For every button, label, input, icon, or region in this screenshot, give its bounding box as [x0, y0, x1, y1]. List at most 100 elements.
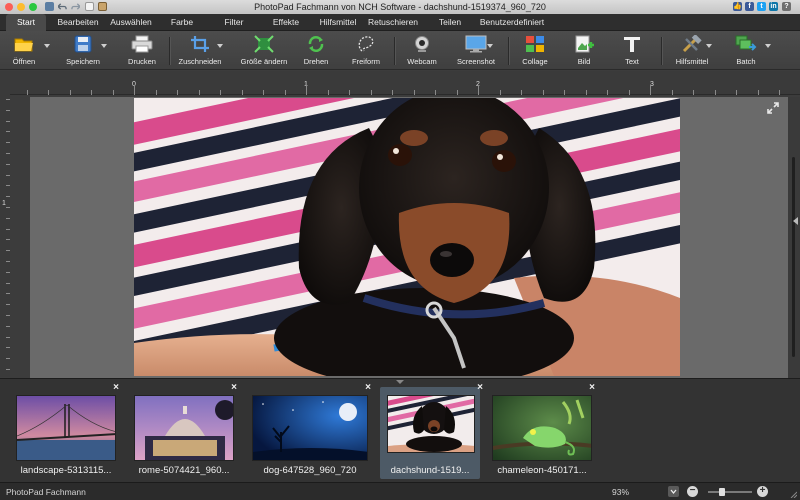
print-button[interactable]: Drucken — [120, 33, 164, 68]
collage-button[interactable]: Collage — [516, 33, 554, 68]
thumbnail-item[interactable]: × rome-5074421_960... — [134, 383, 237, 479]
tab-teilen[interactable]: Teilen — [430, 14, 470, 31]
open-button[interactable]: Öffnen — [4, 33, 44, 68]
crop-button[interactable]: Zuschneiden — [174, 33, 226, 68]
ruler-tick — [370, 90, 372, 95]
ruler-tick — [671, 90, 673, 95]
fullscreen-icon[interactable] — [766, 101, 780, 115]
ruler-tick — [6, 196, 10, 198]
thumbnail-item-selected[interactable]: × dachshund-1519... — [380, 383, 483, 479]
ruler-tick — [6, 120, 10, 122]
status-text: PhotoPad Fachmann — [6, 487, 86, 497]
ruler-tick — [6, 174, 10, 176]
ruler-tick — [6, 185, 10, 187]
facebook-icon[interactable]: f — [745, 2, 754, 11]
ruler-tick — [413, 90, 415, 95]
image-canvas[interactable] — [30, 97, 788, 378]
resize-button[interactable]: Größe ändern — [236, 33, 292, 68]
rome-thumbnail-image — [134, 395, 234, 461]
tab-effekte[interactable]: Effekte — [264, 14, 308, 31]
zoom-slider-thumb[interactable] — [719, 488, 726, 496]
help-icon[interactable]: ? — [782, 2, 791, 11]
text-button[interactable]: Text — [614, 33, 650, 68]
thumbnail-label: chameleon-450171... — [497, 465, 587, 476]
ruler-tick — [155, 90, 157, 95]
close-thumbnail-icon[interactable]: × — [111, 383, 121, 393]
ruler-tick — [198, 90, 200, 95]
vertical-scrollbar[interactable] — [792, 157, 795, 357]
freeform-button[interactable]: Freiform — [346, 33, 386, 68]
collapse-panel-arrow-icon[interactable] — [793, 217, 799, 225]
thumbs-up-icon[interactable]: 👍 — [733, 2, 742, 11]
resize-grip-icon[interactable] — [789, 490, 797, 498]
toolbar-divider — [661, 37, 662, 65]
ruler-tick — [306, 85, 307, 95]
close-thumbnail-icon[interactable]: × — [363, 383, 373, 393]
ruler-tick — [6, 358, 10, 360]
zoom-out-button[interactable]: − — [687, 486, 698, 497]
strip-collapse-handle[interactable] — [396, 380, 404, 384]
tools-dropdown-arrow[interactable] — [706, 44, 712, 48]
tab-auswaehlen[interactable]: Auswählen — [106, 14, 156, 31]
linkedin-icon[interactable]: in — [769, 2, 778, 11]
tab-benutzerdefiniert[interactable]: Benutzerdefiniert — [474, 14, 550, 31]
close-thumbnail-icon[interactable]: × — [587, 383, 597, 393]
batch-dropdown-arrow[interactable] — [765, 44, 771, 48]
ruler-tick — [456, 90, 458, 95]
thumbnail-item[interactable]: × landscape-5313115... — [16, 383, 119, 479]
ruler-tick — [6, 217, 10, 219]
ruler-tick — [349, 90, 350, 95]
ruler-mark-v1: 1 — [2, 200, 6, 207]
tab-retuschieren[interactable]: Retuschieren — [364, 14, 422, 31]
dog-moon-thumbnail-image — [252, 395, 368, 461]
ruler-tick — [48, 90, 49, 95]
zoom-slider[interactable] — [708, 488, 752, 496]
save-dropdown-arrow[interactable] — [101, 44, 107, 48]
screenshot-button[interactable]: Screenshot — [452, 33, 500, 68]
ruler-tick — [757, 90, 759, 95]
ruler-tick — [26, 90, 28, 95]
thumbnail-item[interactable]: × dog-647528_960_720 — [252, 383, 371, 479]
rotate-button[interactable]: Drehen — [298, 33, 334, 68]
title-bar: PhotoPad Fachmann von NCH Software - dac… — [0, 0, 800, 14]
ruler-tick — [6, 369, 10, 370]
crop-dropdown-arrow[interactable] — [217, 44, 223, 48]
ruler-tick — [6, 261, 10, 262]
ruler-tick — [112, 90, 114, 95]
image-button[interactable]: Bild — [566, 33, 602, 68]
close-thumbnail-icon[interactable]: × — [475, 383, 485, 393]
zoom-in-button[interactable]: + — [757, 486, 768, 497]
ruler-tick — [628, 90, 630, 95]
ruler-tick — [220, 90, 221, 95]
tools-button[interactable]: Hilfsmittel — [668, 33, 716, 68]
thumbnail-item[interactable]: × chameleon-450171... — [492, 383, 595, 479]
open-dropdown-arrow[interactable] — [44, 44, 50, 48]
tab-hilfsmittel[interactable]: Hilfsmittel — [312, 14, 364, 31]
ruler-tick — [6, 228, 10, 230]
tab-start[interactable]: Start — [6, 14, 46, 31]
screenshot-dropdown-arrow[interactable] — [487, 44, 493, 48]
save-button[interactable]: Speichern — [56, 33, 110, 68]
tab-farbe[interactable]: Farbe — [160, 14, 204, 31]
ruler-tick — [263, 90, 264, 95]
chevron-down-icon — [670, 489, 677, 495]
batch-button[interactable]: Batch — [726, 33, 766, 68]
dachshund-photo[interactable] — [134, 98, 680, 376]
close-thumbnail-icon[interactable]: × — [229, 383, 239, 393]
lasso-icon — [358, 36, 374, 52]
ruler-tick — [6, 293, 10, 295]
toolbar-divider — [394, 37, 395, 65]
right-side-panel — [788, 97, 800, 378]
ruler-tick — [6, 142, 10, 144]
ruler-tick — [521, 90, 522, 95]
tab-bearbeiten[interactable]: Bearbeiten — [54, 14, 102, 31]
twitter-icon[interactable]: t — [757, 2, 766, 11]
webcam-button[interactable]: Webcam — [402, 33, 442, 68]
ruler-tick — [6, 153, 10, 154]
zoom-dropdown-button[interactable] — [668, 486, 679, 497]
bridge-thumbnail-image — [16, 395, 116, 461]
tab-filter[interactable]: Filter — [212, 14, 256, 31]
ruler-tick — [564, 90, 565, 95]
ruler-tick — [499, 90, 501, 95]
ruler-tick — [69, 90, 71, 95]
